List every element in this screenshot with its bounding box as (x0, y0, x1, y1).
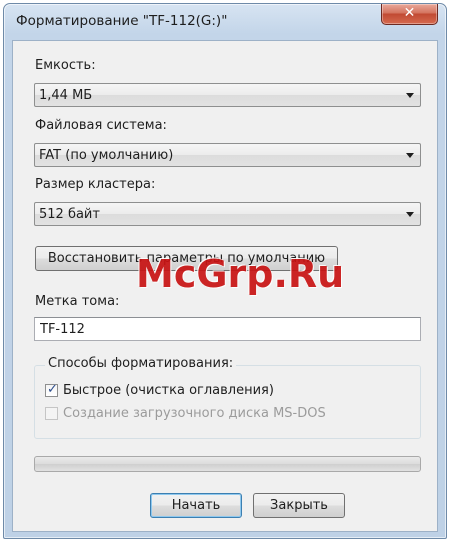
cluster-size-label: Размер кластера: (35, 177, 156, 192)
filesystem-value: FAT (по умолчанию) (39, 148, 174, 163)
title-bar[interactable]: Форматирование "TF-112(G:)" ✕ (4, 4, 446, 40)
chevron-down-icon (406, 212, 414, 217)
format-progress-bar (34, 456, 421, 472)
close-button[interactable]: Закрыть (253, 493, 345, 518)
volume-label-label: Метка тома: (35, 294, 120, 309)
capacity-select[interactable]: 1,44 МБ (34, 83, 421, 107)
filesystem-label: Файловая система: (35, 118, 167, 133)
checkmark-icon: ✓ (47, 382, 58, 397)
watermark-logo: McGrp.Ru (136, 252, 345, 296)
format-dialog-window: Форматирование "TF-112(G:)" ✕ Емкость: 1… (3, 3, 447, 539)
quick-format-label: Быстрое (очистка оглавления) (63, 383, 274, 398)
filesystem-select[interactable]: FAT (по умолчанию) (34, 143, 421, 167)
format-options-group: Способы форматирования: ✓ Быстрое (очист… (34, 356, 421, 439)
msdos-boot-label: Создание загрузочного диска MS-DOS (63, 406, 326, 421)
volume-label-field[interactable] (34, 317, 421, 341)
start-button[interactable]: Начать (150, 493, 242, 518)
format-options-legend: Способы форматирования: (45, 356, 237, 371)
quick-format-checkbox[interactable]: ✓ (45, 382, 58, 397)
cluster-size-value: 512 байт (39, 207, 100, 222)
cluster-size-select[interactable]: 512 байт (34, 202, 421, 226)
chevron-down-icon (406, 93, 414, 98)
close-window-button[interactable]: ✕ (381, 4, 438, 25)
volume-label-input[interactable] (35, 318, 420, 340)
capacity-value: 1,44 МБ (39, 88, 93, 103)
capacity-label: Емкость: (35, 58, 96, 73)
window-title: Форматирование "TF-112(G:)" (16, 13, 228, 29)
chevron-down-icon (406, 153, 414, 158)
close-icon: ✕ (403, 5, 416, 21)
msdos-boot-checkbox (45, 407, 58, 420)
